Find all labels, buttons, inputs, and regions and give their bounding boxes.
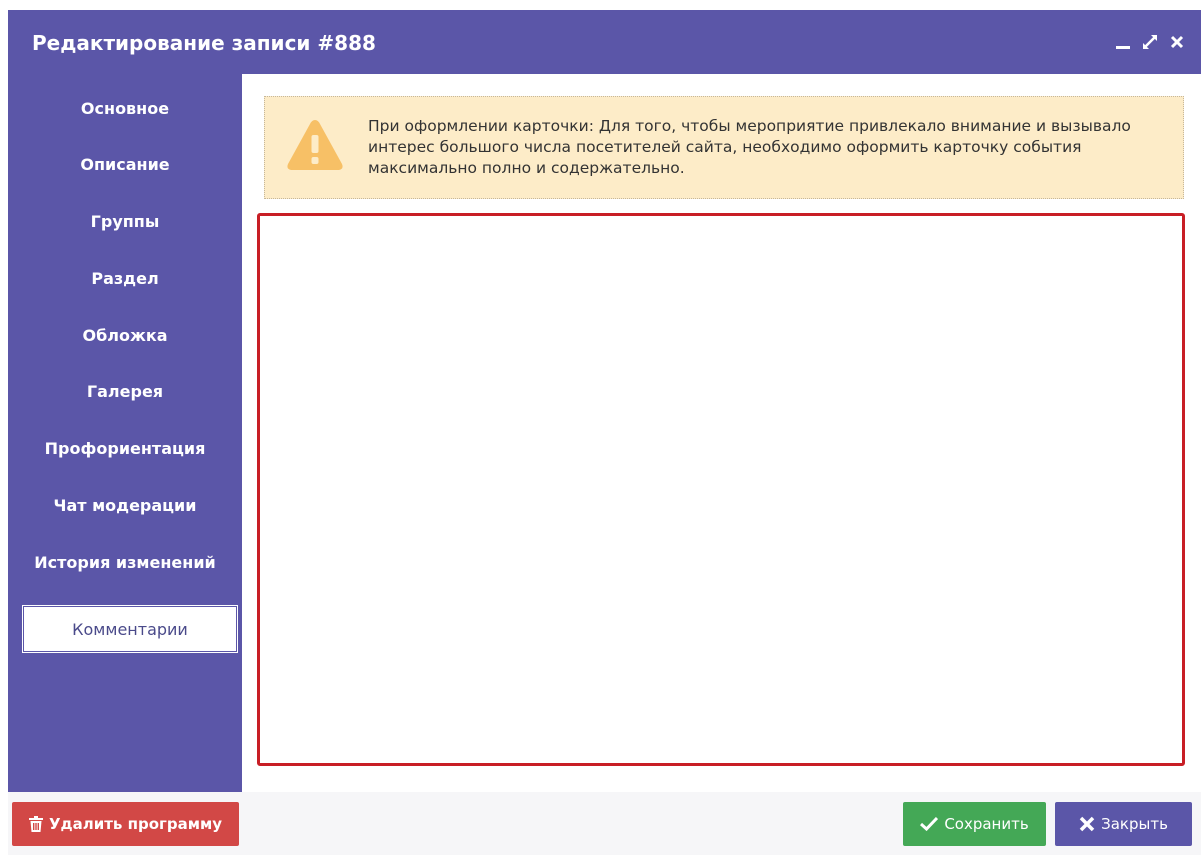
sidebar-item-cover[interactable]: Обложка <box>8 311 242 359</box>
trash-icon <box>28 816 43 832</box>
comments-editor[interactable] <box>257 213 1185 766</box>
edit-record-dialog: Редактирование записи #888 Основное Опис… <box>8 10 1201 855</box>
sidebar-item-gallery[interactable]: Галерея <box>8 367 242 415</box>
expand-icon <box>1143 35 1157 49</box>
sidebar-item-career-guidance[interactable]: Профориентация <box>8 424 242 472</box>
warning-text: При оформлении карточки: Для того, чтобы… <box>368 117 1131 177</box>
sidebar-item-groups[interactable]: Группы <box>8 197 242 245</box>
delete-program-button[interactable]: Удалить программу <box>12 802 239 846</box>
sidebar-item-comments[interactable]: Комментарии <box>22 605 238 653</box>
close-button[interactable]: Закрыть <box>1055 802 1192 846</box>
dialog-title: Редактирование записи #888 <box>32 31 376 55</box>
dialog-footer: Удалить программу Сохранить Закрыть <box>8 792 1201 855</box>
close-icon <box>1079 816 1095 832</box>
save-label: Сохранить <box>944 815 1029 833</box>
close-icon <box>1170 35 1184 49</box>
maximize-button[interactable] <box>1140 31 1160 53</box>
warning-icon <box>287 120 343 170</box>
sidebar-item-description[interactable]: Описание <box>8 140 242 188</box>
save-button[interactable]: Сохранить <box>903 802 1046 846</box>
minimize-icon <box>1116 46 1130 49</box>
window-controls <box>1113 30 1187 54</box>
sidebar-item-section[interactable]: Раздел <box>8 254 242 302</box>
sidebar-nav: Основное Описание Группы Раздел Обложка … <box>8 74 242 792</box>
minimize-button[interactable] <box>1113 31 1133 53</box>
sidebar-item-moderation-chat[interactable]: Чат модерации <box>8 481 242 529</box>
delete-program-label: Удалить программу <box>48 815 223 833</box>
close-label: Закрыть <box>1101 815 1168 833</box>
checkmark-icon <box>920 817 939 831</box>
sidebar-item-change-history[interactable]: История изменений <box>8 538 242 586</box>
dialog-titlebar: Редактирование записи #888 <box>8 10 1201 74</box>
sidebar-item-basic[interactable]: Основное <box>8 84 242 132</box>
content-panel: При оформлении карточки: Для того, чтобы… <box>242 74 1201 792</box>
warning-alert: При оформлении карточки: Для того, чтобы… <box>264 96 1184 199</box>
close-window-button[interactable] <box>1167 31 1187 53</box>
